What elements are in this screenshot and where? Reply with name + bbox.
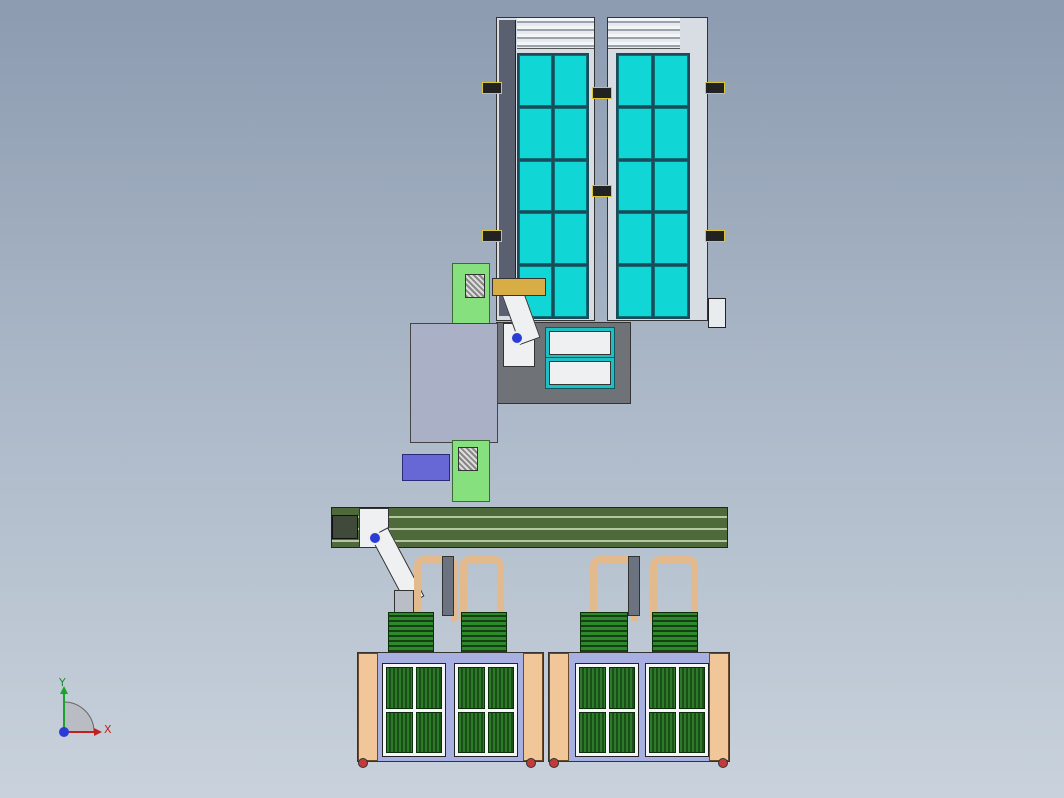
pcb-board (487, 711, 514, 753)
pcb-board (386, 711, 413, 753)
tray-cell (519, 160, 552, 212)
tray-slot-insert (549, 331, 611, 355)
tray-cell (554, 213, 587, 265)
gantry-rail (442, 556, 454, 616)
pcb-stack-right[interactable] (652, 612, 698, 656)
rack-bracket (705, 230, 725, 242)
axis-x-label: X (104, 723, 112, 736)
upper-robot-gripper[interactable] (492, 278, 546, 296)
gantry-rail (628, 556, 640, 616)
tray-cell (554, 55, 587, 106)
tray-cell (654, 55, 688, 106)
pcb-board (415, 667, 442, 709)
axis-triad: Y X (50, 676, 120, 744)
feeder-label (458, 447, 478, 471)
tray-cell (554, 160, 587, 212)
pillar (709, 653, 729, 761)
rack-bracket (592, 87, 612, 99)
pcb-window[interactable] (575, 663, 639, 757)
tray-cell (554, 107, 587, 159)
feeder-lower[interactable] (452, 440, 490, 502)
tray-rack-right[interactable] (607, 17, 708, 321)
pillar (358, 653, 378, 761)
gantry-left (404, 556, 504, 621)
feeder-label (465, 274, 485, 298)
pcb-board (458, 711, 485, 753)
cad-viewport[interactable]: Y X (0, 0, 1064, 798)
pcb-board (649, 667, 676, 709)
tray-cell (554, 266, 587, 317)
feeder-upper[interactable] (452, 263, 490, 325)
tray-cell (618, 266, 652, 317)
tray-cell (654, 213, 688, 265)
roller-bank (608, 18, 680, 49)
tray-cell (519, 107, 552, 159)
printer-cell-left[interactable] (357, 652, 544, 762)
tray-slot-1[interactable] (545, 327, 615, 359)
pcb-board (487, 667, 514, 709)
machine-cover[interactable] (410, 323, 498, 443)
tray-cell (618, 55, 652, 106)
pcb-stack-left[interactable] (461, 612, 507, 656)
lower-robot-joint[interactable] (368, 531, 382, 545)
rack-bracket (482, 82, 502, 94)
pcb-board (678, 667, 705, 709)
tray-cell (618, 160, 652, 212)
pcb-window[interactable] (382, 663, 446, 757)
pcb-board (386, 667, 413, 709)
pillar (523, 653, 543, 761)
pcb-board (458, 667, 485, 709)
pcb-board (415, 711, 442, 753)
pcb-board (579, 667, 606, 709)
rack-side-rail (499, 20, 516, 316)
rack-bracket (592, 185, 612, 197)
belt-rail (332, 516, 727, 518)
pcb-window[interactable] (454, 663, 518, 757)
leveling-foot (718, 758, 728, 768)
leveling-foot (549, 758, 559, 768)
axis-y-label: Y (59, 676, 66, 689)
pcb-board (579, 711, 606, 753)
control-box[interactable] (402, 454, 450, 481)
pillar (549, 653, 569, 761)
tray-cell (654, 266, 688, 317)
tray-cell (654, 160, 688, 212)
tray-slot-2[interactable] (545, 357, 615, 389)
pcb-board (608, 711, 635, 753)
pcb-stack-left[interactable] (388, 612, 434, 656)
leveling-foot (526, 758, 536, 768)
gantry-right (586, 556, 698, 621)
pcb-stack-right[interactable] (580, 612, 628, 656)
roller-bank (517, 18, 594, 49)
tray-cell (654, 107, 688, 159)
tray-cell (618, 107, 652, 159)
tray-rack-left[interactable] (496, 17, 595, 321)
pcb-board (608, 667, 635, 709)
pcb-board (678, 711, 705, 753)
rack-motor (708, 298, 726, 328)
pcb-board (649, 711, 676, 753)
tray-grid (616, 53, 690, 319)
conveyor-endcap (332, 515, 358, 539)
tray-cell (519, 213, 552, 265)
rack-bracket (482, 230, 502, 242)
leveling-foot (358, 758, 368, 768)
tray-slot-insert (549, 361, 611, 385)
tray-cell (618, 213, 652, 265)
belt-rail (332, 528, 727, 530)
pcb-window[interactable] (645, 663, 709, 757)
tray-cell (519, 55, 552, 106)
printer-cell-right[interactable] (548, 652, 730, 762)
rack-bracket (705, 82, 725, 94)
upper-robot-joint[interactable] (510, 331, 524, 345)
